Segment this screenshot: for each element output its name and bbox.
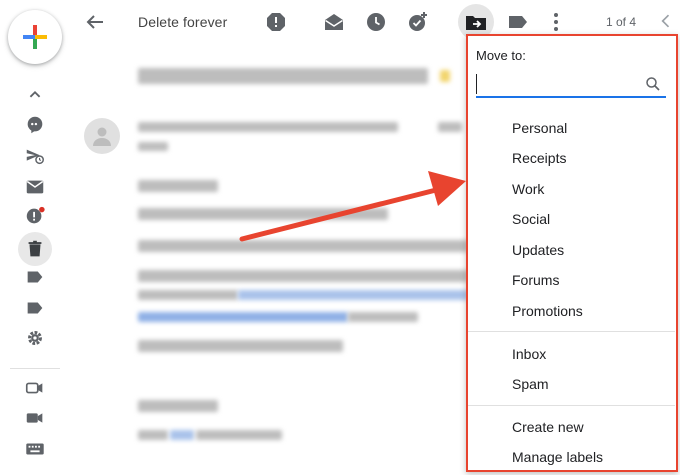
subject-blurred	[138, 68, 428, 84]
rail-divider	[10, 368, 60, 369]
menu-divider	[468, 331, 675, 332]
menu-item-promotions[interactable]: Promotions	[512, 303, 583, 319]
email-content-blurred	[80, 50, 468, 475]
menu-item-receipts[interactable]: Receipts	[512, 150, 566, 166]
video-camera-icon[interactable]	[24, 407, 46, 429]
pagination-count: 1 of 4	[606, 15, 637, 29]
search-input[interactable]	[476, 74, 641, 94]
mail-icon[interactable]	[24, 176, 46, 198]
body-line-blurred	[138, 208, 388, 220]
signature-link-blurred	[170, 430, 194, 440]
create-new-label-button[interactable]: Create new	[512, 419, 584, 435]
gear-icon[interactable]	[24, 327, 46, 349]
menu-item-personal[interactable]: Personal	[512, 120, 567, 136]
keyboard-icon[interactable]	[24, 438, 46, 460]
body-line-blurred	[138, 290, 238, 300]
signature-blurred	[138, 400, 218, 412]
menu-item-spam[interactable]: Spam	[512, 376, 549, 392]
search-field-wrapper	[476, 74, 666, 98]
compose-button[interactable]	[8, 10, 62, 64]
chat-icon[interactable]	[24, 114, 46, 136]
menu-item-inbox[interactable]: Inbox	[512, 346, 546, 362]
scheduled-send-icon[interactable]	[24, 145, 46, 167]
mark-unread-icon[interactable]	[322, 10, 346, 34]
left-rail	[0, 0, 70, 475]
label-icon[interactable]	[24, 297, 46, 319]
trash-icon[interactable]	[24, 238, 46, 260]
body-line-blurred	[348, 312, 418, 322]
label-icon[interactable]	[506, 10, 530, 34]
meet-new-icon[interactable]	[24, 377, 46, 399]
menu-item-forums[interactable]: Forums	[512, 272, 559, 288]
more-vert-icon[interactable]	[544, 10, 568, 34]
signature-blurred	[196, 430, 282, 440]
arrow-back-icon[interactable]	[83, 10, 107, 34]
spam-alert-icon[interactable]	[24, 205, 46, 227]
label-icon[interactable]	[24, 266, 46, 288]
link-blurred	[138, 312, 348, 322]
report-icon[interactable]	[264, 10, 288, 34]
body-line-blurred	[138, 270, 468, 282]
avatar	[84, 118, 120, 154]
move-to-menu: Move to: Personal Receipts Work Social U…	[466, 34, 678, 472]
menu-item-social[interactable]: Social	[512, 211, 550, 227]
menu-item-work[interactable]: Work	[512, 181, 544, 197]
move-to-folder-icon[interactable]	[464, 10, 488, 34]
important-marker-blurred	[440, 70, 450, 82]
link-blurred	[238, 290, 468, 300]
menu-title: Move to:	[476, 48, 526, 63]
body-line-blurred	[138, 340, 343, 352]
signature-blurred	[138, 430, 168, 440]
recipient-blurred	[138, 142, 168, 151]
chevron-left-icon[interactable]	[656, 11, 676, 31]
search-icon[interactable]	[644, 75, 662, 93]
greeting-blurred	[138, 180, 218, 192]
add-task-icon[interactable]	[406, 10, 430, 34]
collapse-chevron-up-icon[interactable]	[24, 84, 46, 106]
manage-labels-button[interactable]: Manage labels	[512, 449, 603, 465]
clock-icon[interactable]	[364, 10, 388, 34]
compose-plus-icon	[23, 25, 47, 49]
menu-item-updates[interactable]: Updates	[512, 242, 564, 258]
menu-divider	[468, 405, 675, 406]
body-line-blurred	[138, 240, 468, 252]
timestamp-blurred	[438, 122, 462, 132]
delete-forever-button[interactable]: Delete forever	[138, 14, 227, 30]
sender-blurred	[138, 122, 398, 132]
